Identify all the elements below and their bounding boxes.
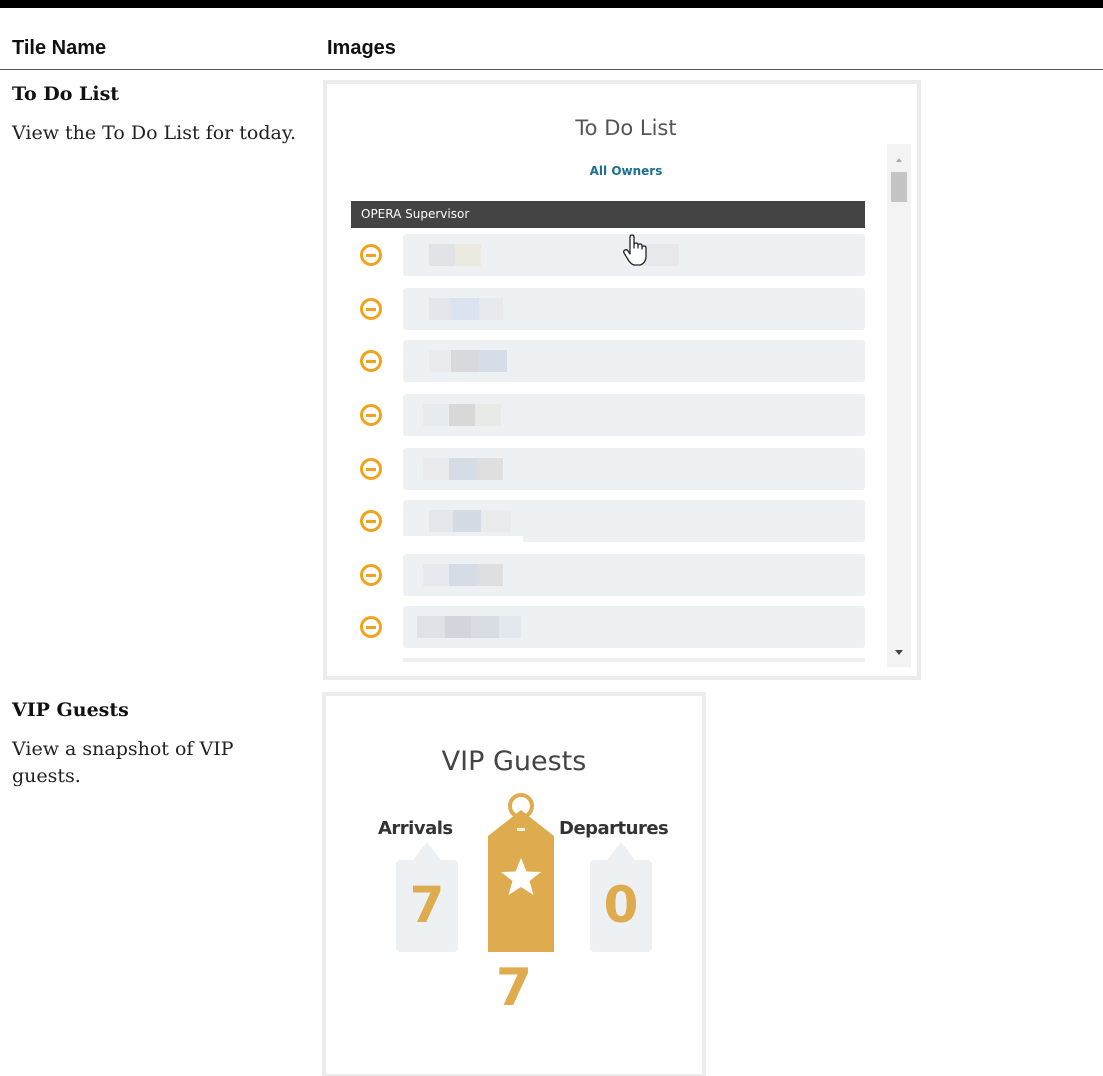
- todo-tile-title: To Do List: [575, 116, 677, 140]
- minus-circle-icon[interactable]: [360, 298, 382, 320]
- arrivals-count-box[interactable]: 7: [396, 842, 458, 952]
- vertical-scrollbar[interactable]: [887, 144, 911, 667]
- item-bar: [403, 340, 865, 382]
- minus-circle-icon[interactable]: [360, 510, 382, 532]
- item-bar: [403, 500, 865, 542]
- minus-circle-icon[interactable]: [360, 244, 382, 266]
- departures-count: 0: [603, 876, 639, 934]
- header-images: Images: [327, 37, 396, 59]
- list-item[interactable]: [351, 288, 865, 330]
- item-bar: [403, 554, 865, 596]
- header-tile-name: Tile Name: [12, 37, 107, 59]
- item-bar: [403, 606, 865, 648]
- group-header: OPERA Supervisor: [351, 201, 865, 228]
- scroll-thumb[interactable]: [891, 172, 907, 202]
- row-description-todo: View the To Do List for today.: [12, 122, 297, 144]
- list-item-partial: [403, 658, 865, 662]
- list-item[interactable]: [351, 340, 865, 382]
- star-tag-icon: [488, 793, 554, 952]
- owner-filter-link[interactable]: All Owners: [327, 164, 925, 178]
- arrivals-count: 7: [409, 876, 445, 934]
- list-item[interactable]: [351, 500, 865, 542]
- row-description-vip: View a snapshot of VIP guests.: [12, 738, 234, 787]
- minus-circle-icon[interactable]: [360, 616, 382, 638]
- header-rule: [0, 69, 1103, 70]
- departures-count-box[interactable]: 0: [590, 842, 652, 952]
- scroll-down-arrow-icon[interactable]: [895, 650, 903, 655]
- minus-circle-icon[interactable]: [360, 350, 382, 372]
- hand-cursor-icon: [623, 234, 647, 266]
- item-bar: [403, 394, 865, 436]
- scroll-up-arrow-icon[interactable]: [896, 158, 902, 162]
- list-item[interactable]: [351, 448, 865, 490]
- list-item[interactable]: [351, 234, 865, 276]
- row-title-vip: VIP Guests: [12, 699, 129, 721]
- row-title-todo: To Do List: [12, 83, 120, 105]
- top-rule: [0, 0, 1103, 8]
- vip-total-count: 7: [495, 958, 533, 1018]
- item-bar: [403, 288, 865, 330]
- minus-circle-icon[interactable]: [360, 404, 382, 426]
- minus-circle-icon[interactable]: [360, 564, 382, 586]
- list-item[interactable]: [351, 554, 865, 596]
- list-item[interactable]: [351, 394, 865, 436]
- todo-list-tile[interactable]: To Do List All Owners OPERA Supervisor: [323, 80, 921, 680]
- arrivals-label: Arrivals: [378, 818, 453, 839]
- item-bar: [403, 448, 865, 490]
- vip-tile-title: VIP Guests: [441, 746, 587, 777]
- list-item[interactable]: [351, 606, 865, 648]
- minus-circle-icon[interactable]: [360, 458, 382, 480]
- departures-label: Departures: [559, 818, 669, 839]
- vip-guests-tile[interactable]: VIP Guests Arrivals Departures 7 0 7: [322, 692, 706, 1076]
